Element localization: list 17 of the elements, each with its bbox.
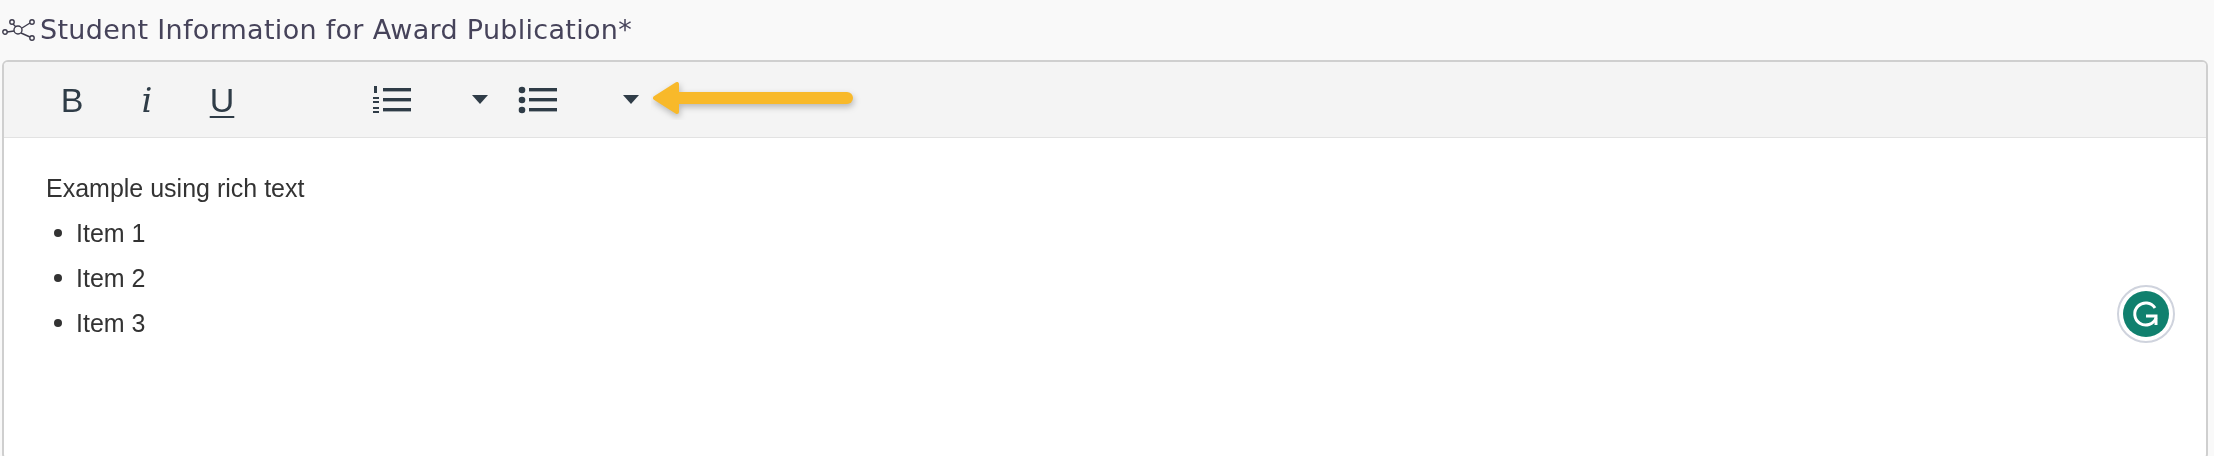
format-button[interactable]: U (202, 77, 242, 122)
field-title: Student Information for Award Publication* (40, 12, 633, 47)
bullet-icon (54, 319, 62, 327)
grammar-assistant-icon[interactable] (2116, 284, 2176, 344)
caret-icon[interactable] (472, 95, 488, 104)
network-nodes-icon (2, 18, 36, 42)
list-item-text: Item 3 (76, 308, 146, 339)
bullet-icon (54, 229, 62, 237)
bulleted-list-icon[interactable] (518, 84, 558, 115)
list-item-text: Item 2 (76, 263, 146, 294)
numbered-list-icon[interactable] (372, 84, 412, 115)
caret-icon[interactable] (623, 95, 639, 104)
format-button[interactable]: i (127, 77, 167, 122)
bullet-icon (54, 274, 62, 282)
paragraph-text: Example using rich text (46, 173, 306, 204)
format-button[interactable]: B (52, 77, 92, 122)
list-item-text: Item 1 (76, 218, 146, 249)
